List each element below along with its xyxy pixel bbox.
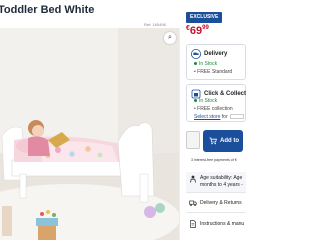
collect-stock-text: In Stock <box>199 98 218 104</box>
select-store-suffix: for <box>221 114 228 120</box>
collect-free-text: FREE collection <box>197 106 233 112</box>
age-suitability-row[interactable]: Age suitability: Age months to 4 years - <box>186 172 246 192</box>
exclusive-badge: EXCLUSIVE <box>186 12 223 23</box>
collect-title: Click & Collect <box>204 91 247 97</box>
delivery-free-text: FREE Standard <box>197 69 233 75</box>
age-line-1: Age suitability: Age <box>200 175 243 181</box>
add-to-basket-label: Add to <box>220 138 239 144</box>
product-title: Toddler Bed White <box>0 4 95 16</box>
price-cents: 99 <box>202 25 209 31</box>
delivery-option[interactable]: Delivery In Stock • FREE Standard <box>186 44 246 80</box>
delivery-stock-text: In Stock <box>199 61 218 67</box>
collect-stock: In Stock <box>194 98 217 104</box>
truck-icon <box>189 200 197 206</box>
basket-icon <box>209 137 217 145</box>
quantity-stepper[interactable] <box>186 131 200 149</box>
instructions-label: Instructions & manu <box>200 221 245 227</box>
delivery-free: • FREE Standard <box>194 69 233 75</box>
age-line-2: months to 4 years - <box>200 182 243 188</box>
delivery-title: Delivery <box>204 51 228 57</box>
installments-text: 3 interest-free payments of € <box>191 158 237 162</box>
store-postcode-input[interactable] <box>229 114 244 120</box>
delivery-returns-row[interactable]: Delivery & Returns <box>186 192 246 212</box>
select-store-link[interactable]: Select store <box>194 114 220 120</box>
magnify-icon[interactable]: ⌕ <box>164 32 176 44</box>
add-to-basket-button[interactable]: Add to <box>203 130 243 152</box>
collect-free: • FREE collection <box>194 106 233 112</box>
click-collect-option[interactable]: Click & Collect In Stock • FREE collecti… <box>186 84 246 122</box>
product-ref: Ref: 165496 <box>144 22 166 27</box>
instructions-row[interactable]: Instructions & manu <box>186 212 246 236</box>
collect-store-row: Select store for <box>194 114 244 120</box>
price-whole: 69 <box>189 25 203 37</box>
photo-frame <box>0 28 180 240</box>
delivery-returns-label: Delivery & Returns <box>200 200 242 206</box>
price: €6999 <box>186 25 209 37</box>
delivery-stock: In Stock <box>194 61 217 67</box>
document-icon <box>190 220 196 228</box>
truck-icon <box>191 49 201 59</box>
child-icon <box>190 175 196 183</box>
